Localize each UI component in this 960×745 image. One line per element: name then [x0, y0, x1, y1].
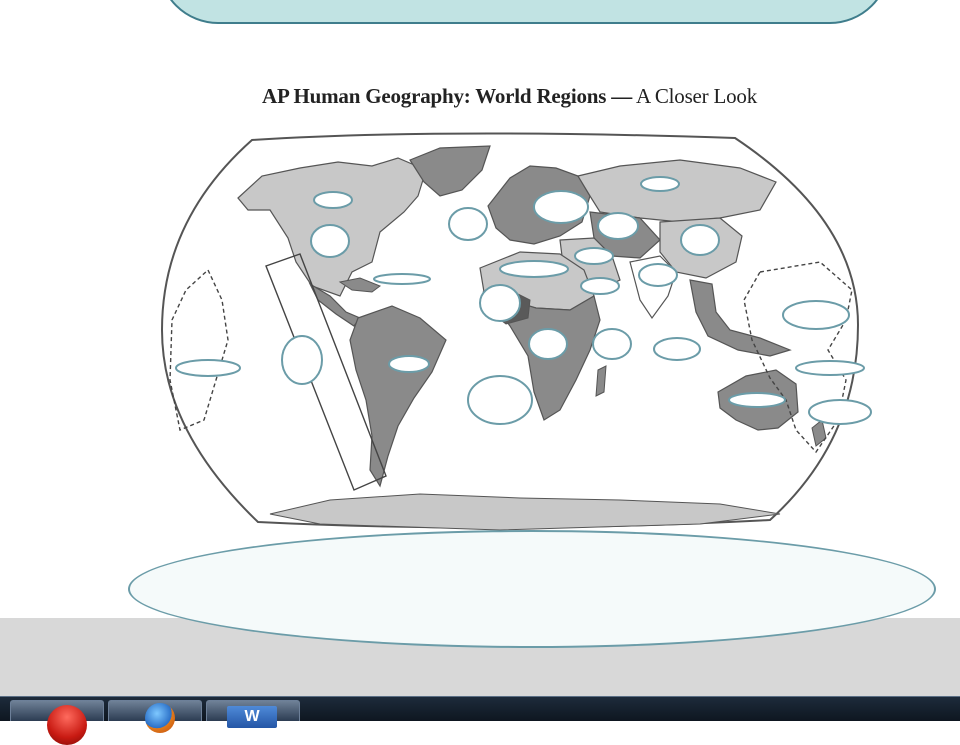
- label-oval-south-america: [388, 355, 430, 373]
- label-oval-south-asia: [638, 263, 678, 287]
- label-oval-canada: [313, 191, 353, 209]
- label-oval-east-asia: [680, 224, 720, 256]
- label-oval-pacific-west: [175, 359, 241, 377]
- word-icon: W: [227, 706, 277, 728]
- label-oval-caribbean: [373, 273, 431, 285]
- word-task[interactable]: W: [206, 700, 300, 728]
- label-oval-europe: [533, 190, 589, 224]
- label-oval-eastern-pacific: [281, 335, 323, 385]
- firefox-task[interactable]: [108, 700, 202, 733]
- label-oval-north-africa: [499, 260, 569, 278]
- firefox-icon: [145, 703, 175, 733]
- label-oval-oceania-south: [808, 399, 872, 425]
- label-oval-southern-africa: [467, 375, 533, 425]
- madagascar: [595, 365, 607, 397]
- label-oval-oceania-north: [782, 300, 850, 330]
- label-oval-southeast-asia: [653, 337, 701, 361]
- answer-oval[interactable]: [128, 530, 936, 648]
- label-oval-atlantic: [448, 207, 488, 241]
- label-oval-arabia: [580, 277, 620, 295]
- label-oval-australia: [728, 392, 786, 408]
- taskbar: W: [0, 696, 960, 745]
- windows-orb-icon: [47, 705, 87, 745]
- label-oval-east-africa: [592, 328, 632, 360]
- label-oval-west-africa: [479, 284, 521, 322]
- label-oval-central-asia: [597, 212, 639, 240]
- label-oval-oceania-mid: [795, 360, 865, 376]
- label-oval-central-africa: [528, 328, 568, 360]
- label-oval-russia: [640, 176, 680, 192]
- start-button[interactable]: [10, 700, 104, 745]
- label-oval-usa: [310, 224, 350, 258]
- label-oval-middle-east: [574, 247, 614, 265]
